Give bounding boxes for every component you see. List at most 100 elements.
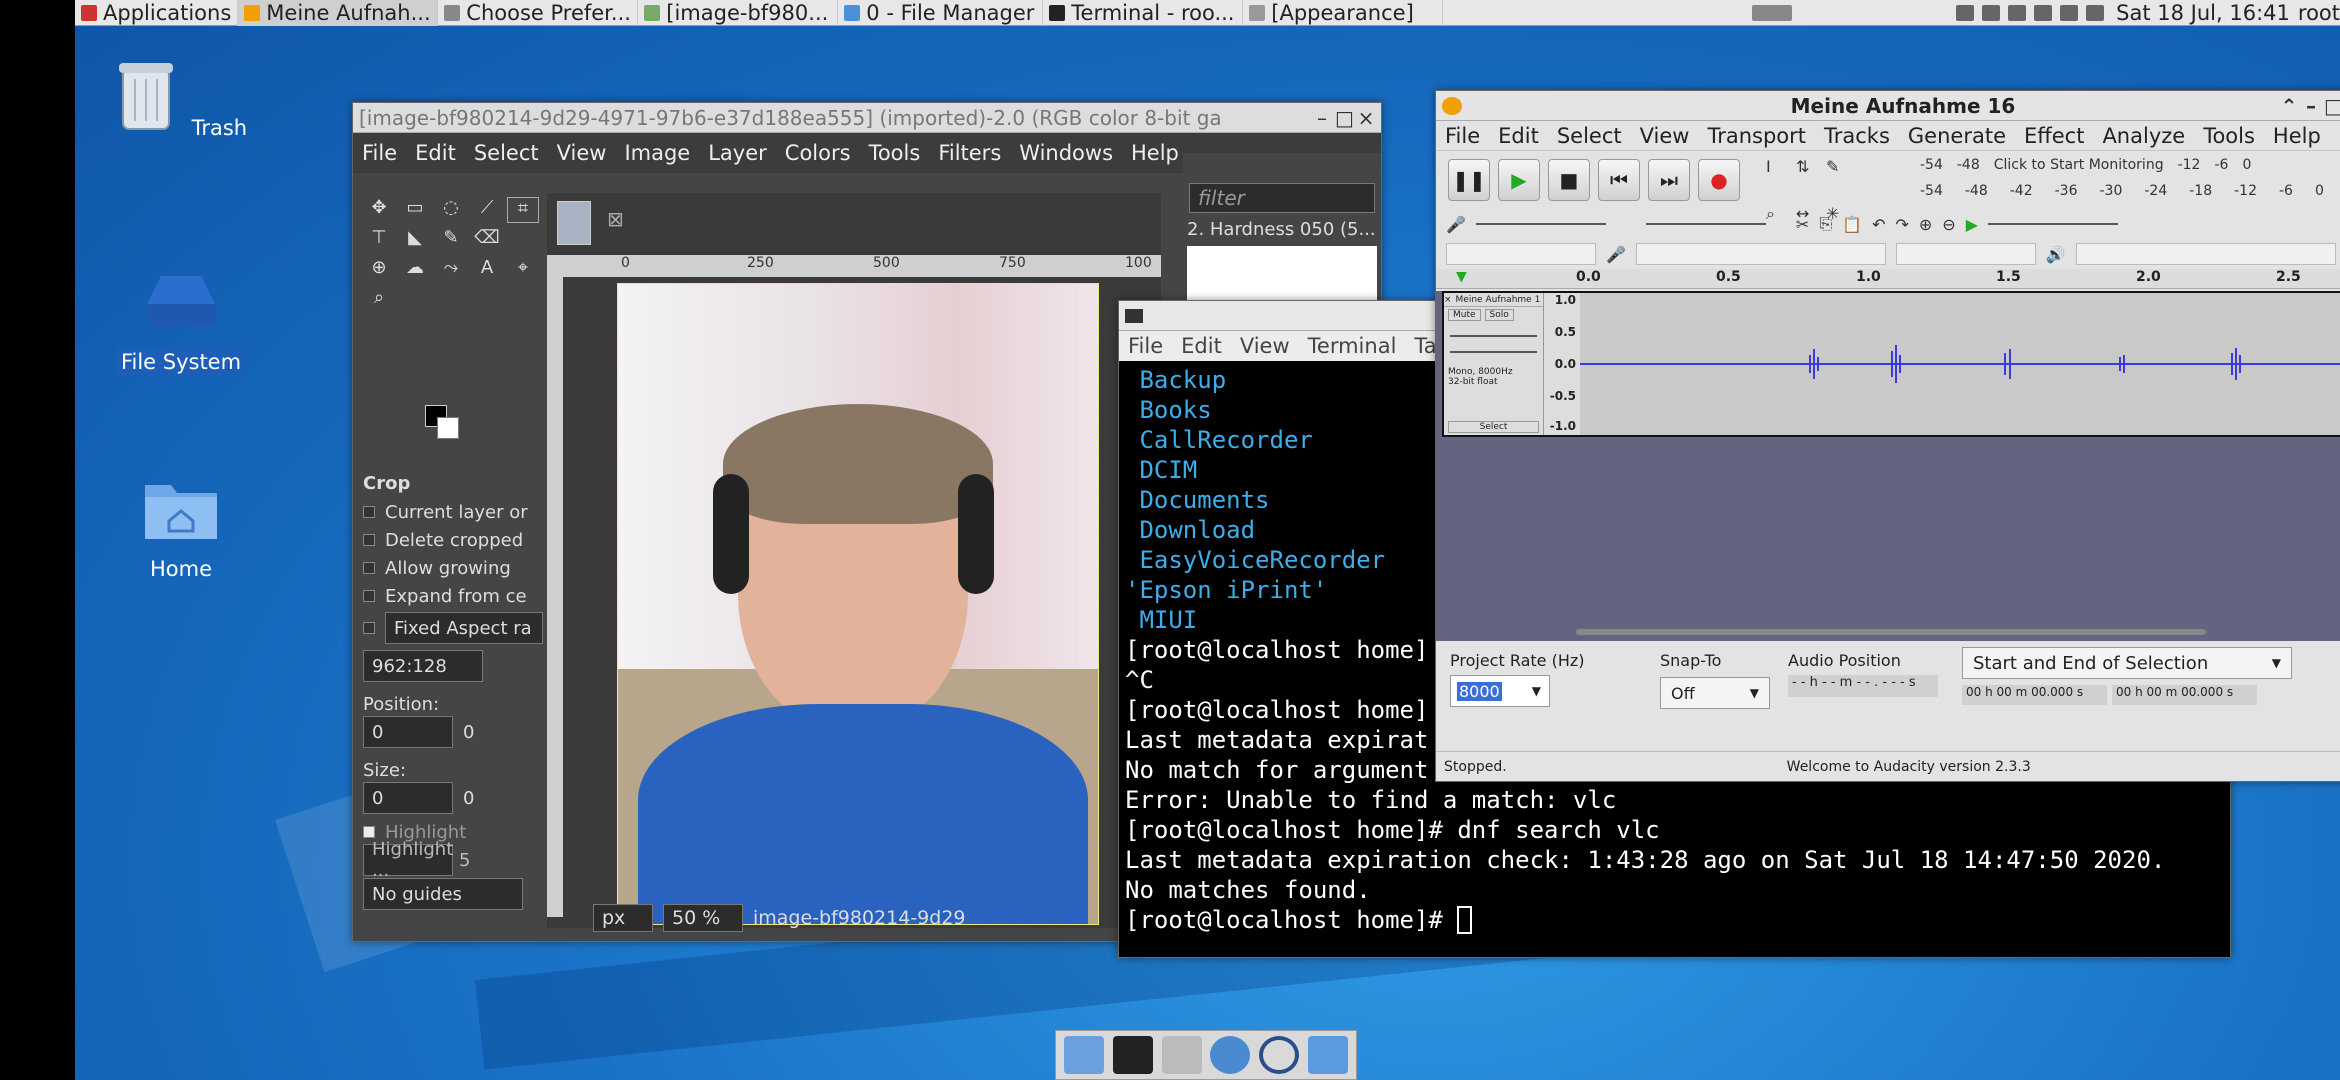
gain-slider[interactable] [1450,335,1537,337]
highlight-dropdown[interactable]: Highlight ... [363,839,453,881]
track-select-button[interactable]: Select [1448,421,1539,433]
project-rate-combo[interactable]: 8000 ▼ [1450,675,1550,707]
checkbox[interactable] [363,506,375,518]
clock[interactable]: Sat 18 Jul, 16:41 [2116,1,2290,25]
menu-help[interactable]: Help [1122,141,1188,165]
waveform[interactable] [1580,293,2340,435]
folder-icon[interactable] [1307,1036,1348,1074]
project-rate-value[interactable]: 8000 [1457,681,1502,701]
chevron-down-icon[interactable]: ▼ [1532,684,1541,698]
terminal-launcher-icon[interactable] [1112,1036,1153,1074]
cut-icon[interactable]: ✂ [1796,215,1809,234]
menu-file[interactable]: File [353,141,406,165]
draw-tool-icon[interactable]: ✎ [1826,157,1852,200]
checkbox[interactable] [363,826,375,838]
workspace-switcher-icon[interactable] [1752,4,1793,21]
selection-end-field[interactable]: 00 h 00 m 00.000 s [2112,685,2257,705]
menu-edit[interactable]: Edit [1489,124,1548,148]
size-w-input[interactable]: 0 [363,782,453,814]
menu-file[interactable]: File [1436,124,1489,148]
channels-dropdown[interactable] [1895,243,2036,265]
checkbox[interactable] [363,622,375,634]
highlight-opacity[interactable]: 5 [459,850,470,871]
shade-icon[interactable]: ⌃ [2280,94,2298,118]
undo-icon[interactable]: ↶ [1872,215,1885,234]
click-to-monitor[interactable]: Click to Start Monitoring [1994,157,2164,173]
checkbox[interactable] [363,562,375,574]
crop-tool-icon[interactable]: ⌗ [507,197,539,223]
paths-icon[interactable]: ⤳ [435,257,467,283]
option-delete-cropped[interactable]: Delete cropped [353,526,543,554]
option-expand-center[interactable]: Expand from ce [353,582,543,610]
menu-filters[interactable]: Filters [929,141,1010,165]
audio-track[interactable]: × Meine Aufnahme 1 Mute Solo Mono, 8000Hz … [1442,291,2340,437]
search-icon[interactable] [1258,1036,1299,1074]
zoom-out-icon[interactable]: ⊖ [1942,215,1955,234]
menu-edit[interactable]: Edit [406,141,465,165]
background-color-swatch[interactable] [437,417,459,439]
track-close-icon[interactable]: × [1444,295,1452,305]
timeline-ruler[interactable]: ▼ 0.0 0.5 1.0 1.5 2.0 2.5 [1436,269,2340,289]
color-picker-icon[interactable]: ⌖ [507,257,539,283]
menu-select[interactable]: Select [1548,124,1631,148]
brush-preview-grid[interactable] [1187,246,1377,306]
copy-icon[interactable]: ⎘ [1819,214,1832,234]
menu-select[interactable]: Select [465,141,548,165]
position-y-input[interactable]: 0 [463,722,474,743]
clone-icon[interactable]: ⊕ [363,257,395,283]
meter-toolbar[interactable]: -54 -48 Click to Start Monitoring -12 -6 0 -5… [1896,157,2340,201]
selection-mode-dropdown[interactable]: Start and End of Selection ▼ [1962,647,2292,679]
task-appearance[interactable]: [Appearance] [1243,0,1444,26]
bucket-fill-icon[interactable]: ◣ [399,227,431,253]
snap-to-dropdown[interactable]: Off ▼ [1660,677,1770,709]
file-manager-launcher-icon[interactable] [1161,1036,1202,1074]
option-allow-growing[interactable]: Allow growing [353,554,543,582]
notification-bell-icon[interactable] [2086,4,2105,21]
battery-icon[interactable] [2034,4,2053,21]
position-x-input[interactable]: 0 [363,716,453,748]
fuzzy-select-icon[interactable]: ⟋ [471,197,503,223]
paintbrush-icon[interactable]: ✎ [435,227,467,253]
menu-transport[interactable]: Transport [1698,124,1815,148]
pan-slider[interactable] [1450,351,1537,353]
menu-generate[interactable]: Generate [1899,124,2015,148]
image-tab-close-icon[interactable]: ⊠ [607,207,624,231]
zoom-dropdown[interactable]: 50 % [663,904,743,932]
checkbox[interactable] [363,534,375,546]
audio-position-field[interactable]: - - h - - m - - . - - - s [1788,675,1938,697]
menu-edit[interactable]: Edit [1172,334,1231,358]
menu-view[interactable]: View [548,141,616,165]
size-h-input[interactable]: 0 [463,788,474,809]
horizontal-scrollbar[interactable] [1576,629,2206,635]
audacity-titlebar[interactable]: Meine Aufnahme 16 ⌃ – □ × [1436,91,2340,121]
record-button[interactable]: ● [1698,159,1740,201]
network-icon[interactable] [1956,4,1975,21]
show-desktop-icon[interactable] [1064,1036,1105,1074]
menu-terminal[interactable]: Terminal [1299,334,1406,358]
menu-analyze[interactable]: Analyze [2093,124,2194,148]
skip-start-button[interactable]: ⏮ [1598,159,1640,201]
timeline-play-marker-icon[interactable]: ▼ [1456,269,1467,285]
rect-select-icon[interactable]: ▭ [399,197,431,223]
desktop-icon-file-system[interactable]: File System [106,268,256,375]
option-fixed-aspect[interactable]: Fixed Aspect ra [353,612,543,644]
user-menu[interactable]: root [2298,1,2340,25]
audio-host-dropdown[interactable] [1446,243,1596,265]
menu-tools[interactable]: Tools [860,141,930,165]
task-preferences[interactable]: Choose Prefer... [438,0,639,26]
menu-tools[interactable]: Tools [2194,124,2264,148]
zoom-in-icon[interactable]: ⊕ [1919,215,1932,234]
envelope-tool-icon[interactable]: ⇅ [1796,157,1822,200]
zoom-tool-icon[interactable]: ⌕ [363,287,395,313]
play-button[interactable]: ▶ [1498,159,1540,201]
option-current-layer[interactable]: Current layer or [353,498,543,526]
move-tool-icon[interactable]: ✥ [363,197,395,223]
menu-tracks[interactable]: Tracks [1815,124,1899,148]
play-at-speed-icon[interactable]: ▶ [1966,215,1978,234]
skip-end-button[interactable]: ⏭ [1648,159,1690,201]
mute-button[interactable]: Mute [1448,309,1481,321]
menu-effect[interactable]: Effect [2015,124,2093,148]
guides-dropdown[interactable]: No guides [363,878,523,910]
usb-icon[interactable] [2060,4,2079,21]
stop-button[interactable]: ■ [1548,159,1590,201]
